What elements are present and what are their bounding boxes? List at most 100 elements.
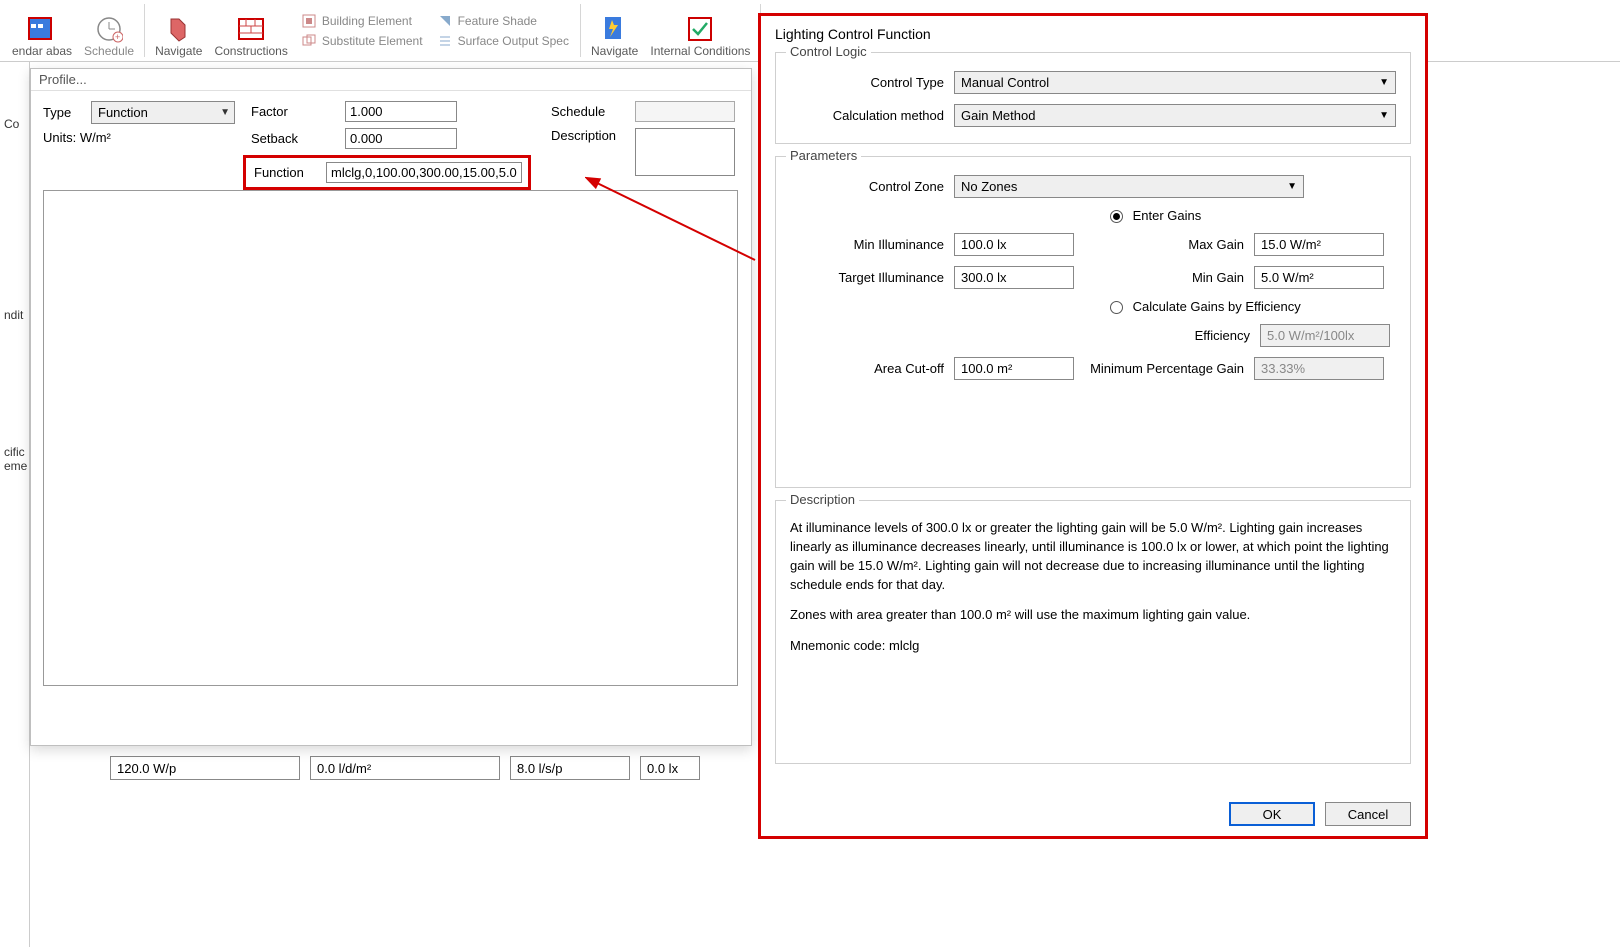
left-sidebar-strip: Co ndit cific eme <box>0 62 30 947</box>
control-type-dropdown[interactable]: Manual Control ▼ <box>954 71 1396 94</box>
function-row-highlight: Function <box>243 155 531 190</box>
min-gain-input[interactable] <box>1254 266 1384 289</box>
description-paragraph-1: At illuminance levels of 300.0 lx or gre… <box>790 519 1396 594</box>
feature-shade-label: Feature Shade <box>458 14 537 28</box>
calc-method-label: Calculation method <box>790 108 954 123</box>
control-logic-group: Control Logic Control Type Manual Contro… <box>775 52 1411 144</box>
ok-button[interactable]: OK <box>1229 802 1315 826</box>
min-illum-input[interactable] <box>954 233 1074 256</box>
calc-gains-eff-radio-label: Calculate Gains by Efficiency <box>1133 299 1301 314</box>
enter-gains-radio-row[interactable]: Enter Gains <box>1110 208 1396 223</box>
chevron-down-icon: ▼ <box>220 107 230 118</box>
schedule-button[interactable]: + Schedule <box>78 0 140 61</box>
feature-shade-button[interactable]: Feature Shade <box>434 12 572 30</box>
substitute-element-button[interactable]: Substitute Element <box>298 32 426 50</box>
feature-shade-icon <box>437 13 453 29</box>
navigate-label-2: Navigate <box>591 45 638 59</box>
control-zone-label: Control Zone <box>790 179 954 194</box>
substitute-element-icon <box>301 33 317 49</box>
schedule-label: Schedule <box>551 104 635 119</box>
sidebar-fragment: cific eme <box>4 445 27 473</box>
min-pct-gain-input <box>1254 357 1384 380</box>
calendar-button[interactable]: endar abas <box>6 0 78 61</box>
profile-window-title: Profile... <box>31 69 751 91</box>
calc-method-value: Gain Method <box>961 108 1035 123</box>
navigate-conditions-button[interactable]: Navigate <box>585 0 644 61</box>
profile-window: Profile... Type Function ▼ Units: W/m² F… <box>30 68 752 746</box>
navigate-icon <box>163 13 195 45</box>
dialog-title: Lighting Control Function <box>775 26 1411 42</box>
lighting-control-dialog: Lighting Control Function Control Logic … <box>758 13 1428 839</box>
calc-gains-eff-radio-row[interactable]: Calculate Gains by Efficiency <box>1110 299 1396 314</box>
type-label: Type <box>43 105 91 120</box>
description-input[interactable] <box>635 128 735 176</box>
max-gain-input[interactable] <box>1254 233 1384 256</box>
chevron-down-icon: ▼ <box>1287 181 1297 192</box>
function-input[interactable] <box>326 162 522 183</box>
description-label: Description <box>551 128 635 143</box>
sidebar-fragment: Co <box>4 117 19 131</box>
profile-chart-area <box>43 190 738 686</box>
setback-input[interactable] <box>345 128 457 149</box>
control-zone-value: No Zones <box>961 179 1017 194</box>
description-group: Description At illuminance levels of 300… <box>775 500 1411 764</box>
factor-input[interactable] <box>345 101 457 122</box>
calendar-label: endar abas <box>12 45 72 59</box>
parameters-group-title: Parameters <box>786 148 861 163</box>
type-value: Function <box>98 105 148 120</box>
internal-conditions-label: Internal Conditions <box>650 45 750 59</box>
sidebar-fragment: ndit <box>4 308 23 322</box>
chevron-down-icon: ▼ <box>1379 110 1389 121</box>
calc-method-dropdown[interactable]: Gain Method ▼ <box>954 104 1396 127</box>
bottom-values-row: 120.0 W/p 0.0 l/d/m² 8.0 l/s/p 0.0 lx <box>110 756 700 780</box>
building-element-label: Building Element <box>322 14 412 28</box>
parameters-group: Parameters Control Zone No Zones ▼ Enter… <box>775 156 1411 488</box>
type-dropdown[interactable]: Function ▼ <box>91 101 235 124</box>
chevron-down-icon: ▼ <box>1379 77 1389 88</box>
min-gain-label: Min Gain <box>1074 270 1254 285</box>
min-illum-label: Min Illuminance <box>790 237 954 252</box>
surface-output-button[interactable]: Surface Output Spec <box>434 32 572 50</box>
element-tools-group: Building Element Substitute Element <box>294 0 430 61</box>
building-element-icon <box>301 13 317 29</box>
target-illum-label: Target Illuminance <box>790 270 954 285</box>
internal-conditions-button[interactable]: Internal Conditions <box>644 0 756 61</box>
building-element-button[interactable]: Building Element <box>298 12 426 30</box>
brick-icon <box>235 13 267 45</box>
schedule-label: Schedule <box>84 45 134 59</box>
schedule-slot[interactable] <box>635 101 735 122</box>
target-illum-input[interactable] <box>954 266 1074 289</box>
radio-icon <box>1110 210 1123 223</box>
enter-gains-radio-label: Enter Gains <box>1133 208 1202 223</box>
surface-output-icon <box>437 33 453 49</box>
ribbon-separator <box>144 4 145 57</box>
description-paragraph-3: Mnemonic code: mlclg <box>790 637 1396 656</box>
min-pct-gain-label: Minimum Percentage Gain <box>1074 361 1254 376</box>
value-box-wp[interactable]: 120.0 W/p <box>110 756 300 780</box>
navigate-bolt-icon <box>599 13 631 45</box>
check-box-icon <box>684 13 716 45</box>
navigate-constructions-button[interactable]: Navigate <box>149 0 208 61</box>
cancel-button[interactable]: Cancel <box>1325 802 1411 826</box>
value-box-ldm[interactable]: 0.0 l/d/m² <box>310 756 500 780</box>
max-gain-label: Max Gain <box>1074 237 1254 252</box>
control-zone-dropdown[interactable]: No Zones ▼ <box>954 175 1304 198</box>
setback-label: Setback <box>251 131 345 146</box>
efficiency-input <box>1260 324 1390 347</box>
area-cutoff-label: Area Cut-off <box>790 361 954 376</box>
value-box-lx[interactable]: 0.0 lx <box>640 756 700 780</box>
substitute-element-label: Substitute Element <box>322 34 423 48</box>
control-logic-group-title: Control Logic <box>786 44 871 59</box>
ribbon-separator <box>580 4 581 57</box>
calendar-icon <box>26 13 58 45</box>
dialog-button-row: OK Cancel <box>1229 802 1411 826</box>
units-label: Units: W/m² <box>43 130 251 145</box>
surface-output-label: Surface Output Spec <box>458 34 569 48</box>
control-type-label: Control Type <box>790 75 954 90</box>
description-paragraph-2: Zones with area greater than 100.0 m² wi… <box>790 606 1396 625</box>
description-group-title: Description <box>786 492 859 507</box>
value-box-lsp[interactable]: 8.0 l/s/p <box>510 756 630 780</box>
constructions-button[interactable]: Constructions <box>208 0 293 61</box>
surface-tools-group: Feature Shade Surface Output Spec <box>430 0 576 61</box>
area-cutoff-input[interactable] <box>954 357 1074 380</box>
